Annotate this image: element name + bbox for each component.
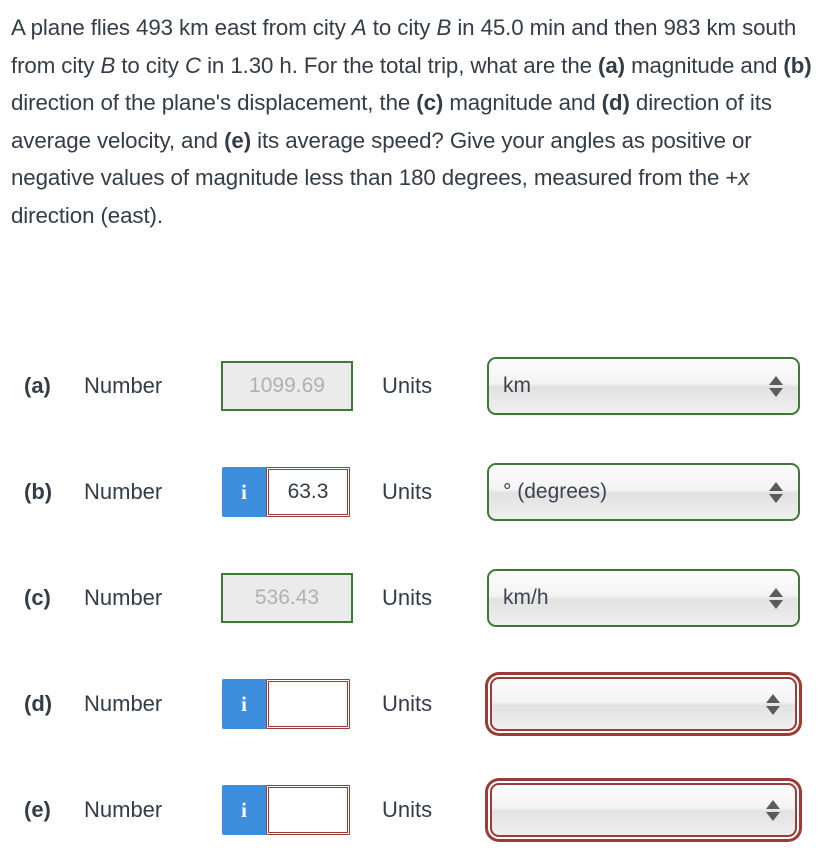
answer-row-b: (b) Number i Units ° (degrees): [0, 439, 828, 545]
number-label-a: Number: [84, 373, 163, 398]
number-field-group-c: [221, 573, 353, 623]
select-updown-arrows-icon-d[interactable]: [766, 690, 780, 718]
question-text-segment: (c): [416, 90, 444, 115]
info-icon-button-e[interactable]: i: [222, 785, 266, 835]
number-field-group-b: i: [222, 467, 350, 517]
question-text-segment: B: [436, 15, 452, 40]
answer-row-c: (c) Number Units km/h: [0, 545, 828, 651]
select-updown-arrows-icon-e[interactable]: [766, 796, 780, 824]
answer-row-a: (a) Number Units km: [0, 333, 828, 439]
question-text-segment: direction of the plane's displacement, t…: [11, 90, 417, 115]
question-text-segment: to city: [366, 15, 437, 40]
question-text-segment: A: [351, 15, 367, 40]
answer-rows: (a) Number Units km (b) Number i Units ° (degree…: [0, 333, 828, 863]
answer-row-e: (e) Number i Units: [0, 757, 828, 863]
units-select-a[interactable]: km: [487, 357, 800, 415]
question-text-segment: (b): [783, 52, 812, 78]
select-updown-arrows-icon-b[interactable]: [769, 478, 783, 506]
chevron-up-icon: [766, 799, 780, 809]
units-label-b: Units: [382, 479, 433, 504]
question-text-segment: to city: [115, 52, 185, 78]
number-input-c[interactable]: [221, 573, 353, 623]
question-text-segment: direction (east).: [11, 202, 163, 228]
question-text-segment: (a): [598, 52, 625, 78]
number-label-e: Number: [84, 797, 163, 822]
number-label-b: Number: [84, 479, 163, 504]
units-select-value-a: km: [503, 374, 531, 397]
row-part-label-b: (b): [24, 479, 53, 504]
chevron-down-icon: [769, 493, 783, 503]
number-input-e[interactable]: [266, 785, 350, 835]
chevron-up-icon: [769, 375, 783, 385]
units-select-d[interactable]: [490, 677, 797, 731]
row-part-label-c: (c): [24, 585, 51, 610]
units-select-b[interactable]: ° (degrees): [487, 463, 800, 521]
chevron-up-icon: [769, 481, 783, 491]
units-select-e[interactable]: [490, 783, 797, 837]
row-part-label-a: (a): [24, 373, 51, 398]
number-input-a[interactable]: [221, 361, 353, 411]
select-updown-arrows-icon-c[interactable]: [769, 584, 783, 612]
select-updown-arrows-icon-a[interactable]: [769, 372, 783, 400]
number-label-d: Number: [84, 691, 163, 716]
question-text-segment: in 1.30 h. For the total trip, what are …: [200, 52, 599, 78]
chevron-up-icon: [766, 693, 780, 703]
question-text-segment: (d): [601, 90, 630, 115]
units-label-e: Units: [382, 797, 433, 822]
question-prompt: A plane flies 493 km east from city A to…: [11, 9, 817, 234]
number-label-c: Number: [84, 585, 163, 610]
info-icon-button-b[interactable]: i: [222, 467, 266, 517]
number-field-group-a: [221, 361, 353, 411]
question-text-segment: magnitude and: [624, 52, 784, 78]
chevron-up-icon: [769, 587, 783, 597]
units-label-a: Units: [382, 373, 433, 398]
question-text-segment: x: [738, 165, 750, 190]
question-text-segment: (e): [224, 127, 252, 153]
chevron-down-icon: [769, 387, 783, 397]
units-label-d: Units: [382, 691, 433, 716]
number-field-group-e: i: [222, 785, 350, 835]
number-field-group-d: i: [222, 679, 350, 729]
question-text-segment: B: [100, 52, 116, 78]
question-text-segment: A plane flies 493 km east from city: [11, 15, 352, 40]
question-text-segment: C: [184, 52, 201, 78]
units-select-c[interactable]: km/h: [487, 569, 800, 627]
units-label-c: Units: [382, 585, 433, 610]
chevron-down-icon: [766, 705, 780, 715]
chevron-down-icon: [766, 811, 780, 821]
info-icon-button-d[interactable]: i: [222, 679, 266, 729]
chevron-down-icon: [769, 599, 783, 609]
row-part-label-d: (d): [24, 691, 53, 716]
number-input-d[interactable]: [266, 679, 350, 729]
row-part-label-e: (e): [24, 797, 51, 822]
units-select-value-b: ° (degrees): [503, 480, 608, 503]
number-input-b[interactable]: [266, 467, 350, 517]
answer-row-d: (d) Number i Units: [0, 651, 828, 757]
units-select-value-c: km/h: [503, 586, 549, 609]
question-text-segment: magnitude and: [443, 90, 602, 115]
